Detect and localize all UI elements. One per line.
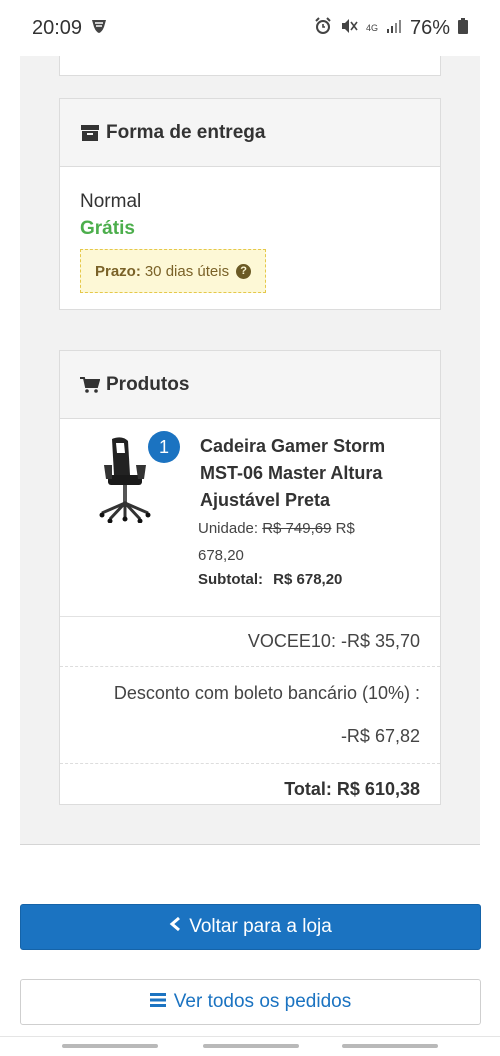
list-icon (149, 991, 166, 1013)
nav-back-handle[interactable] (62, 1044, 158, 1048)
nav-home-handle[interactable] (203, 1044, 299, 1048)
cart-icon (80, 376, 100, 393)
archive-icon (80, 124, 100, 141)
deadline-value: 30 dias úteis (144, 262, 230, 280)
product-unit-price: Unidade: R$ 749,69 R$ 678,20 (198, 515, 398, 569)
chevron-left-icon (169, 916, 181, 938)
divider (20, 844, 480, 845)
back-to-store-button[interactable]: Voltar para a loja (20, 904, 481, 950)
coupon-line: VOCEE10: -R$ 35,70 (60, 617, 440, 667)
order-total: Total: R$ 610,38 (284, 778, 420, 799)
quantity-badge: 1 (148, 431, 180, 463)
delivery-method: Normal (80, 191, 142, 212)
status-time: 20:09 (32, 16, 83, 39)
question-icon[interactable]: ? (236, 263, 252, 279)
product-subtotal: Subtotal: R$ 678,20 (198, 571, 342, 588)
product-item: 1 Cadeira Gamer Storm MST-06 Master Altu… (60, 419, 440, 617)
subtotal-label: Subtotal: (198, 571, 263, 588)
previous-card (59, 56, 441, 76)
product-name[interactable]: Cadeira Gamer Storm MST-06 Master Altura… (200, 433, 410, 514)
nav-recents-handle[interactable] (342, 1044, 438, 1048)
boleto-discount-line: Desconto com boleto bancário (10%) : -R$… (60, 667, 440, 764)
delivery-header: Forma de entrega (60, 99, 440, 167)
old-price: R$ 749,69 (262, 520, 332, 537)
battery-percent: 76% (409, 16, 450, 39)
status-bar: 20:09 4G 76% (0, 0, 500, 56)
mute-icon (340, 17, 358, 40)
shield-icon (90, 17, 108, 40)
delivery-title: Forma de entrega (106, 121, 266, 143)
back-to-store-label: Voltar para a loja (189, 916, 332, 937)
system-nav-bar (0, 1036, 500, 1056)
delivery-card: Forma de entrega Normal Grátis Prazo: 30… (59, 98, 441, 310)
discount-label: Desconto com boleto bancário (10%) : (113, 683, 420, 703)
products-header: Produtos (60, 351, 440, 419)
delivery-price: Grátis (80, 218, 135, 239)
products-title: Produtos (106, 373, 190, 395)
view-all-orders-label: Ver todos os pedidos (173, 991, 352, 1012)
signal-icon (386, 18, 402, 39)
battery-icon (458, 17, 468, 39)
view-all-orders-button[interactable]: Ver todos os pedidos (20, 979, 481, 1025)
products-card: Produtos 1 Cadeira Gamer Storm MST-06 Ma… (59, 350, 441, 805)
product-image[interactable] (94, 435, 154, 524)
discount-value: -R$ 67,82 (340, 726, 420, 746)
alarm-icon (314, 16, 332, 40)
unit-label: Unidade: (198, 520, 259, 537)
subtotal-value: R$ 678,20 (273, 571, 343, 588)
order-content: Forma de entrega Normal Grátis Prazo: 30… (20, 56, 480, 844)
deadline-label: Prazo: (95, 262, 141, 280)
network-type: 4G (365, 22, 378, 33)
delivery-deadline-notice: Prazo: 30 dias úteis ? (80, 249, 267, 293)
